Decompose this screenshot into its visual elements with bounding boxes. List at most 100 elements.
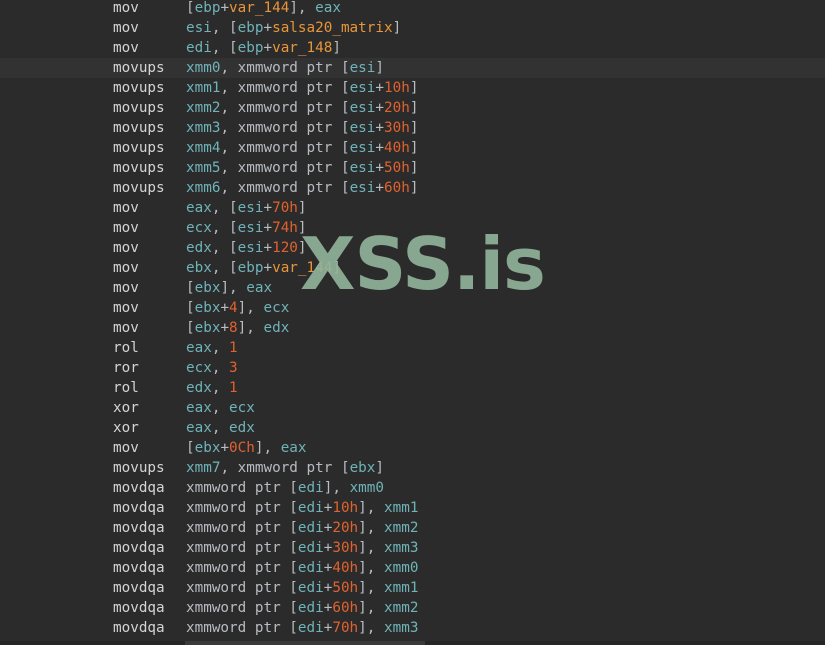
operands: [ebx], eax (186, 278, 272, 298)
register-token: edx (186, 380, 212, 396)
instruction-line[interactable]: movups xmm3, xmmword ptr [esi+30h] (0, 118, 825, 138)
instruction-line[interactable]: movdqa xmmword ptr [edi+20h], xmm2 (0, 518, 825, 538)
instruction-line[interactable]: movups xmm5, xmmword ptr [esi+50h] (0, 158, 825, 178)
instruction-line[interactable]: xor eax, ecx (0, 398, 825, 418)
symbol-token[interactable]: var_148 (272, 40, 332, 56)
mnemonic: mov (113, 20, 139, 36)
register-token: xmm4 (186, 140, 221, 156)
instruction-line[interactable]: movdqa xmmword ptr [edi+40h], xmm0 (0, 558, 825, 578)
number-token: 40h (332, 560, 359, 576)
operands: xmmword ptr [edi+40h], xmm0 (186, 558, 418, 578)
instruction-line[interactable]: mov ecx, [esi+74h] (0, 218, 825, 238)
keyword-token: xmmword ptr (237, 60, 341, 76)
register-token: ebx (194, 440, 221, 456)
punctuation-token: + (375, 100, 384, 116)
instruction-line[interactable]: mov edx, [esi+120] (0, 238, 825, 258)
number-token: 30h (384, 120, 410, 136)
instruction-line[interactable]: movdqa xmmword ptr [edi+50h], xmm1 (0, 578, 825, 598)
keyword-token: xmmword ptr (186, 500, 290, 516)
instruction-line[interactable]: mov esi, [ebp+salsa20_matrix] (0, 18, 825, 38)
register-token: ebp (237, 260, 264, 276)
instruction-line[interactable]: movdqa xmmword ptr [edi], xmm0 (0, 478, 825, 498)
register-token: xmm7 (186, 460, 221, 476)
register-token: esi (237, 200, 264, 216)
punctuation-token: ], (237, 320, 264, 336)
horizontal-scrollbar[interactable] (0, 641, 825, 645)
register-token: xmm1 (384, 580, 419, 596)
disassembly-view[interactable]: mov [ebp+var_144], eax mov esi, [ebp+salsa2… (0, 0, 825, 645)
operands: xmmword ptr [edi], xmm0 (186, 478, 384, 498)
register-token: ebp (237, 20, 264, 36)
keyword-token: xmmword ptr (186, 600, 290, 616)
punctuation-token: [ (186, 440, 195, 456)
number-token: 3 (229, 360, 238, 376)
instruction-line[interactable]: movdqa xmmword ptr [edi+30h], xmm3 (0, 538, 825, 558)
operands: xmmword ptr [edi+20h], xmm2 (186, 518, 418, 538)
punctuation-token: [ (340, 140, 350, 156)
punctuation-token: ] (409, 140, 419, 156)
number-token: 4 (229, 300, 238, 316)
instruction-line[interactable]: movdqa xmmword ptr [edi+60h], xmm2 (0, 598, 825, 618)
punctuation-token: + (263, 20, 273, 36)
register-token: eax (186, 420, 212, 436)
operands: [ebx+4], ecx (186, 298, 289, 318)
instruction-line[interactable]: ror ecx, 3 (0, 358, 825, 378)
instruction-line[interactable]: rol edx, 1 (0, 378, 825, 398)
register-token: ebx (194, 280, 221, 296)
symbol-token[interactable]: var_144 (272, 260, 332, 276)
register-token: eax (186, 200, 212, 216)
instruction-line[interactable]: mov [ebx], eax (0, 278, 825, 298)
register-token: esi (349, 160, 376, 176)
register-token: xmm3 (384, 620, 419, 636)
operands: ecx, 3 (186, 358, 238, 378)
symbol-token[interactable]: salsa20_matrix (272, 20, 393, 36)
mnemonic: mov (113, 220, 139, 236)
punctuation-token: ], (220, 280, 247, 296)
instruction-line[interactable]: mov [ebp+var_144], eax (0, 0, 825, 18)
instruction-line[interactable]: movups xmm2, xmmword ptr [esi+20h] (0, 98, 825, 118)
scrollbar-thumb[interactable] (185, 641, 425, 645)
register-token: edx (229, 420, 255, 436)
punctuation-token: , [ (211, 20, 238, 36)
symbol-token[interactable]: var_144 (229, 0, 289, 16)
mnemonic: movdqa (113, 520, 165, 536)
instruction-line[interactable]: movups xmm1, xmmword ptr [esi+10h] (0, 78, 825, 98)
punctuation-token: [ (186, 280, 195, 296)
register-token: ebx (194, 320, 221, 336)
mnemonic: mov (113, 260, 139, 276)
instruction-line[interactable]: mov eax, [esi+70h] (0, 198, 825, 218)
operands: eax, [esi+70h] (186, 198, 307, 218)
operands: edx, [esi+120] (186, 238, 307, 258)
instruction-line[interactable]: movups xmm4, xmmword ptr [esi+40h] (0, 138, 825, 158)
punctuation-token: [ (340, 460, 350, 476)
instruction-line[interactable]: movups xmm0, xmmword ptr [esi] (0, 58, 825, 78)
operands: xmm1, xmmword ptr [esi+10h] (186, 78, 418, 98)
punctuation-token: [ (289, 560, 298, 576)
register-token: ecx (263, 300, 290, 316)
instruction-line[interactable]: mov ebx, [ebp+var_144] (0, 258, 825, 278)
keyword-token: xmmword ptr (237, 160, 341, 176)
mnemonic: xor (113, 400, 139, 416)
punctuation-token: + (375, 120, 384, 136)
instruction-line[interactable]: movups xmm7, xmmword ptr [ebx] (0, 458, 825, 478)
instruction-line[interactable]: movdqa xmmword ptr [edi+70h], xmm3 (0, 618, 825, 638)
punctuation-token: [ (289, 600, 298, 616)
instruction-line[interactable]: movups xmm6, xmmword ptr [esi+60h] (0, 178, 825, 198)
instruction-line[interactable]: movdqa xmmword ptr [edi+10h], xmm1 (0, 498, 825, 518)
register-token: edi (297, 540, 324, 556)
instruction-line[interactable]: xor eax, edx (0, 418, 825, 438)
instruction-line[interactable]: mov [ebx+8], edx (0, 318, 825, 338)
punctuation-token: [ (289, 620, 298, 636)
instruction-line[interactable]: rol eax, 1 (0, 338, 825, 358)
instruction-line[interactable]: mov [ebx+4], ecx (0, 298, 825, 318)
punctuation-token: + (375, 160, 384, 176)
instruction-line[interactable]: mov [ebx+0Ch], eax (0, 438, 825, 458)
number-token: 50h (384, 160, 410, 176)
instruction-line[interactable]: mov edi, [ebp+var_148] (0, 38, 825, 58)
punctuation-token: ] (297, 240, 307, 256)
register-token: ebx (186, 260, 212, 276)
operands: xmm0, xmmword ptr [esi] (186, 58, 384, 78)
number-token: 1 (229, 380, 238, 396)
punctuation-token: ], (358, 540, 384, 556)
register-token: xmm2 (186, 100, 221, 116)
